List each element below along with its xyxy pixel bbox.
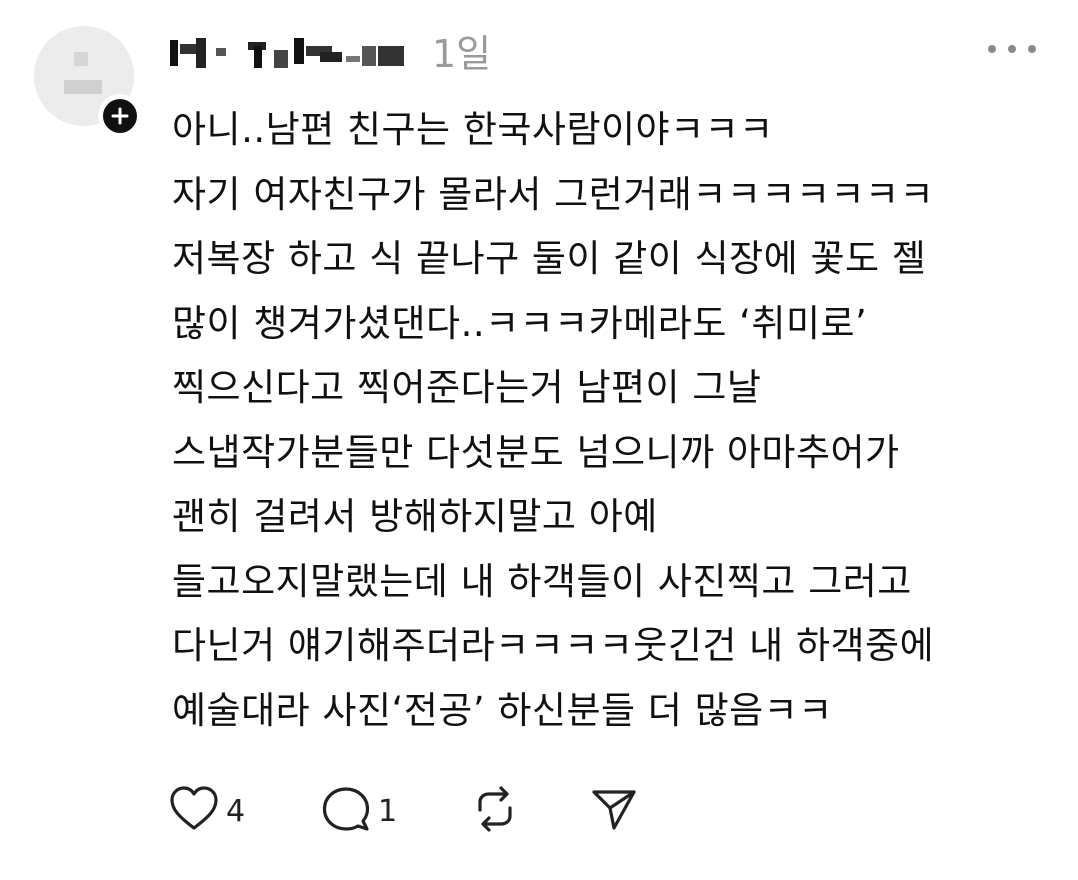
heart-icon bbox=[168, 784, 220, 838]
comment-line: 예술대라 사진‘전공’ 하신분들 더 많음ㅋㅋ bbox=[172, 688, 833, 732]
timestamp: 1일 bbox=[432, 32, 492, 76]
comment-line: 다닌거 얘기해주더라ㅋㅋㅋㅋ웃긴건 내 하객중에 bbox=[172, 624, 935, 667]
reply-button[interactable]: 1 bbox=[320, 786, 397, 836]
username-obscured[interactable] bbox=[170, 30, 420, 78]
follow-button[interactable] bbox=[98, 94, 142, 138]
comment-line: 스냅작가분들만 다섯분도 넘으니까 아마추어가 bbox=[172, 430, 900, 474]
comment-line: 들고오지말랬는데 내 하객들이 사진찍고 그러고 bbox=[172, 559, 912, 603]
comment-text: 아니..남편 친구는 한국사람이야ㅋㅋㅋ 자기 여자친구가 몰라서 그런거래ㅋㅋ… bbox=[172, 98, 1052, 743]
comment-line: 아니..남편 친구는 한국사람이야ㅋㅋㅋ bbox=[172, 108, 774, 151]
comment-line: 괜히 걸려서 방해하지말고 아예 bbox=[172, 495, 658, 538]
like-button[interactable]: 4 bbox=[168, 786, 245, 836]
dot bbox=[1028, 45, 1036, 53]
comment-line: 자기 여자친구가 몰라서 그런거래ㅋㅋㅋㅋㅋㅋㅋ bbox=[172, 172, 935, 216]
plus-icon bbox=[103, 99, 137, 133]
dot bbox=[988, 45, 996, 53]
comment-line: 저복장 하고 식 끝나구 둘이 같이 식장에 꽃도 젤 bbox=[172, 237, 927, 280]
repost-button[interactable] bbox=[468, 786, 522, 836]
comment-line: 찍으신다고 찍어준다는거 남편이 그날 bbox=[172, 366, 762, 409]
like-count: 4 bbox=[226, 793, 246, 829]
reply-count: 1 bbox=[378, 793, 398, 829]
dot bbox=[1008, 45, 1016, 53]
comment-icon bbox=[320, 784, 372, 838]
repost-icon bbox=[468, 784, 522, 838]
more-icon[interactable] bbox=[988, 34, 1036, 64]
avatar-pixel bbox=[64, 80, 102, 94]
comment-line: 많이 챙겨가셨댄다..ㅋㅋㅋ카메라도 ‘취미로’ bbox=[172, 301, 868, 345]
avatar-pixel bbox=[74, 52, 88, 66]
send-icon bbox=[588, 784, 640, 838]
share-button[interactable] bbox=[588, 786, 640, 836]
